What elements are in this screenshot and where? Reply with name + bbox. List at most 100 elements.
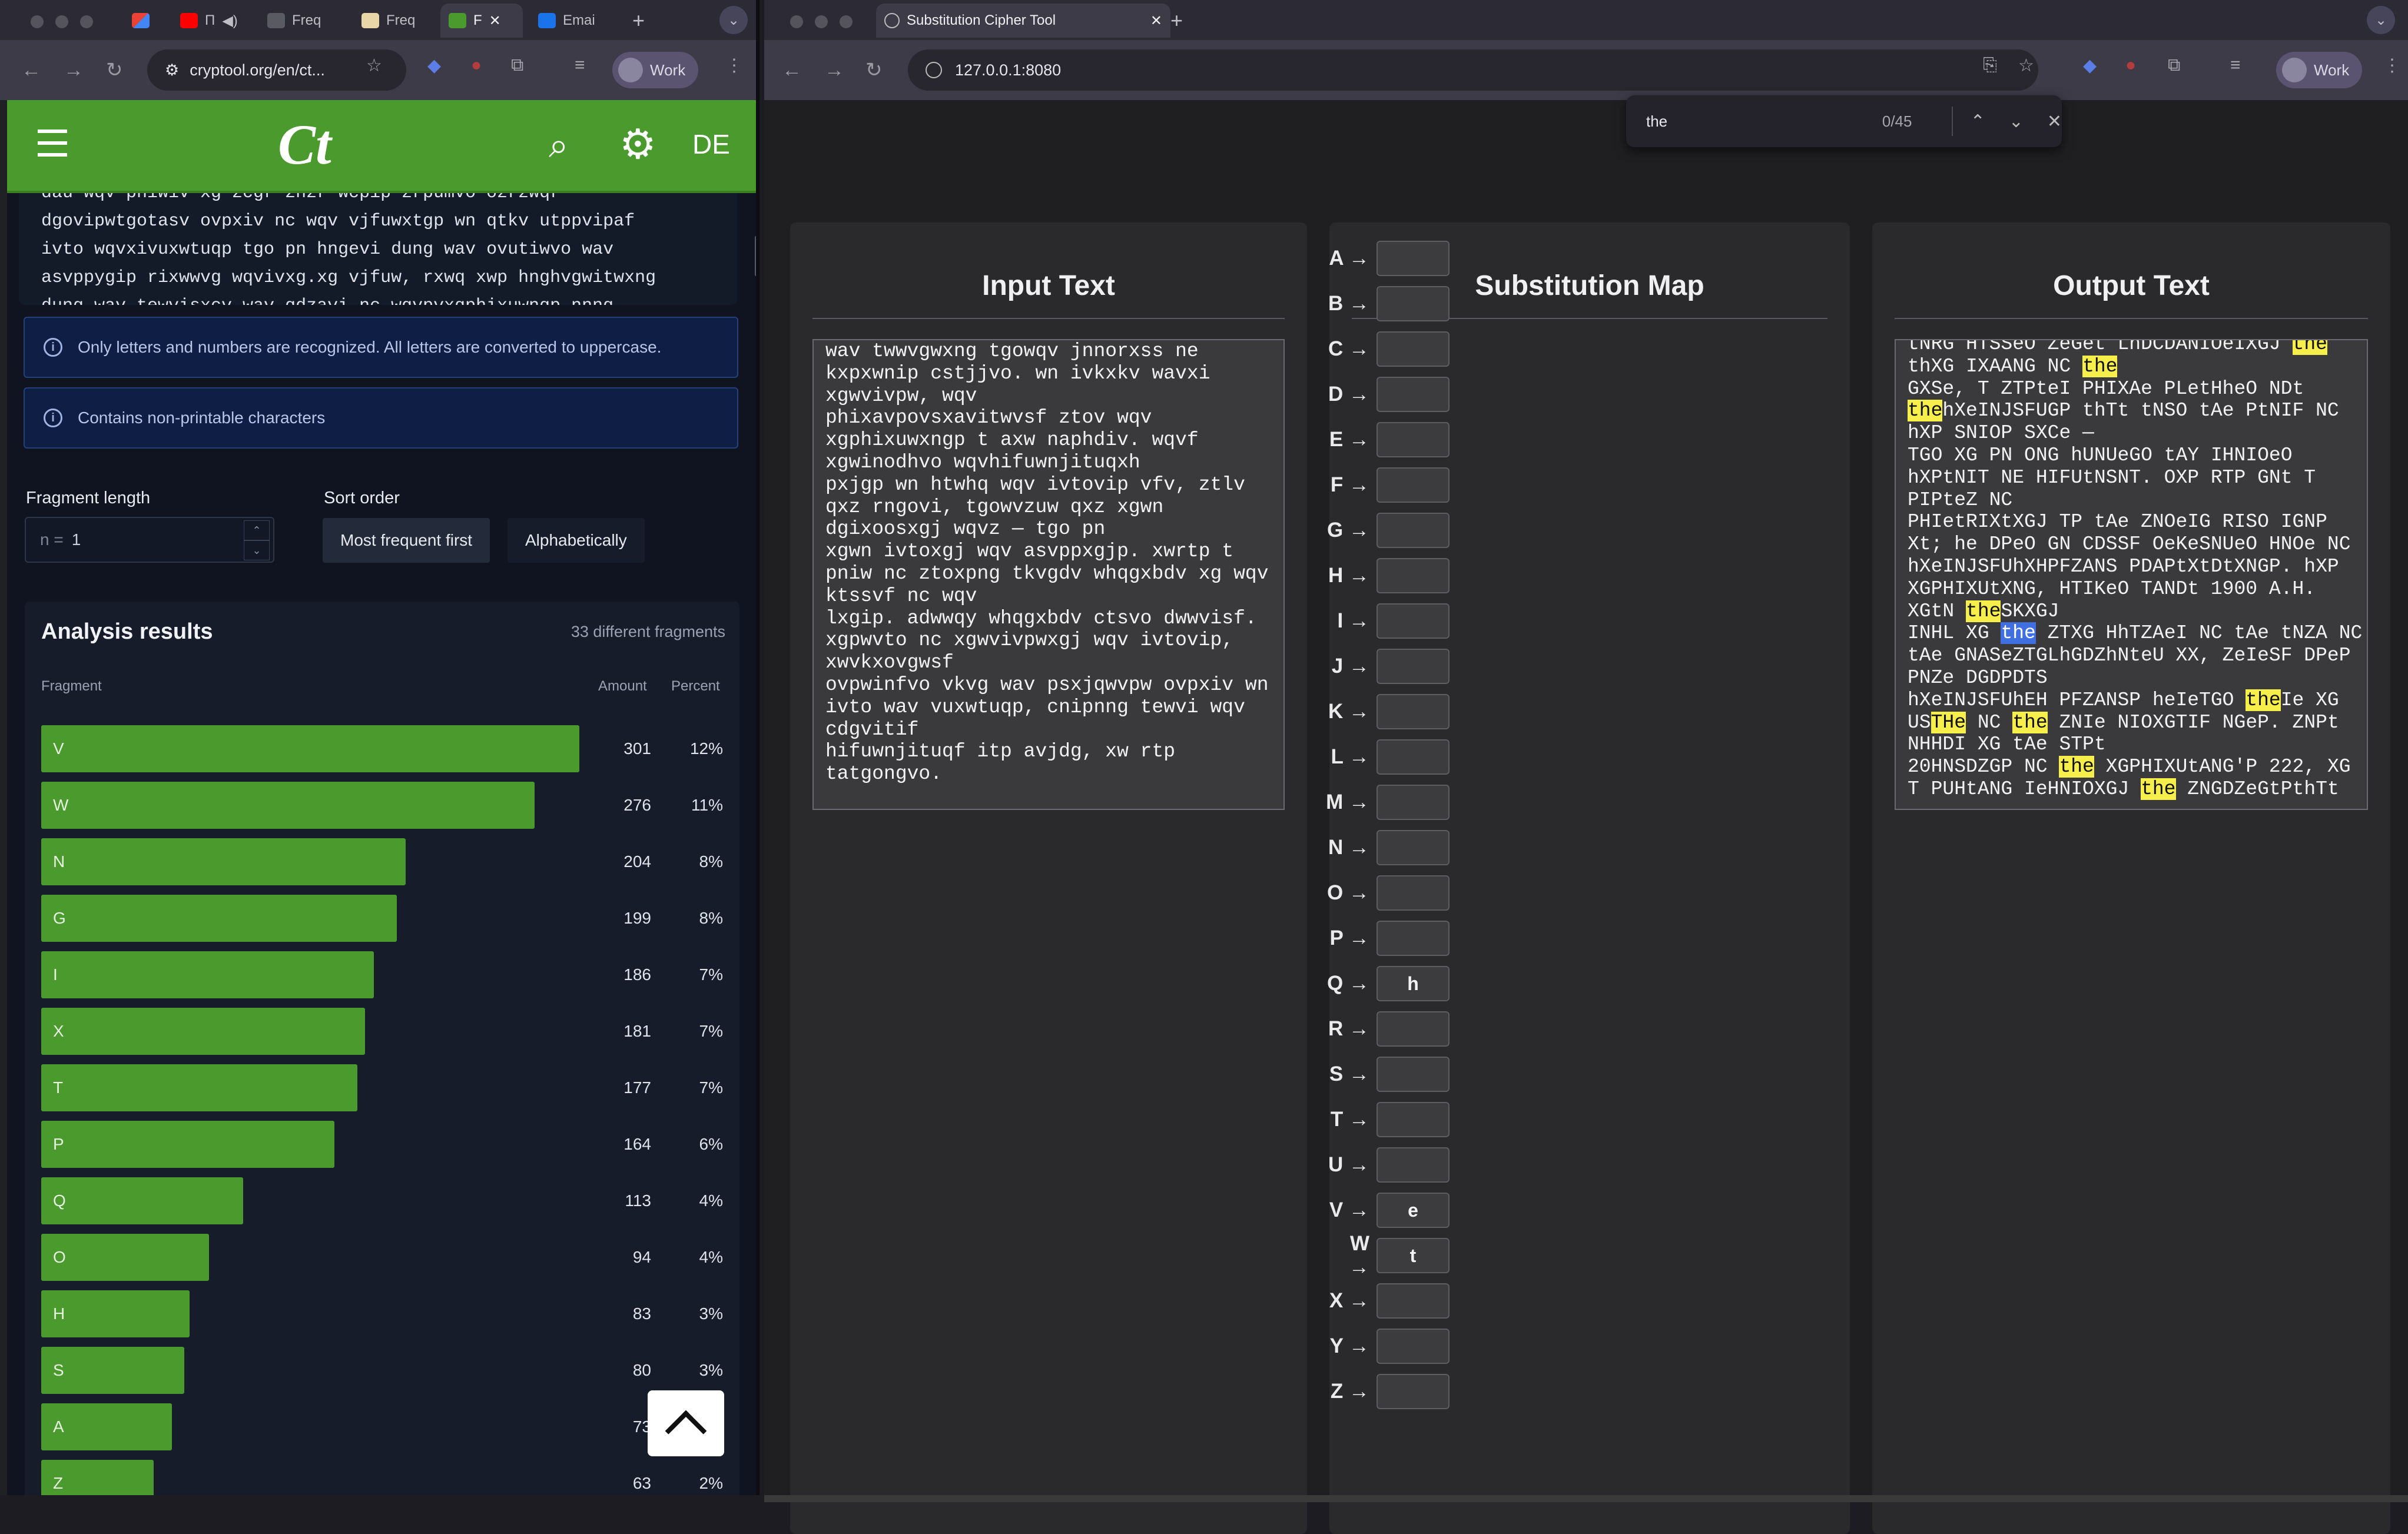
- hamburger-menu-icon[interactable]: [38, 130, 67, 157]
- arrow-right-icon: →: [1343, 927, 1369, 949]
- fragment-length-input[interactable]: n = 1 ⌃ ⌄: [25, 517, 274, 563]
- map-input-r[interactable]: [1377, 1011, 1450, 1047]
- map-input-y[interactable]: [1377, 1329, 1450, 1364]
- input-textarea[interactable]: wav twwvgwxng tgowqv jnnorxss nekxpxwnip…: [812, 339, 1285, 810]
- close-tab-icon[interactable]: ✕: [489, 12, 501, 29]
- extension-icon[interactable]: ◆: [427, 55, 441, 76]
- find-input[interactable]: the: [1646, 112, 1869, 131]
- map-input-v[interactable]: e: [1377, 1193, 1450, 1228]
- extensions-puzzle-icon[interactable]: ⧉: [2168, 55, 2180, 75]
- map-input-f[interactable]: [1377, 467, 1450, 503]
- map-input-e[interactable]: [1377, 422, 1450, 457]
- maximize-window-dot[interactable]: [80, 15, 93, 28]
- gear-icon[interactable]: ⚙: [619, 120, 656, 168]
- tab-freq-1[interactable]: Freq: [259, 4, 347, 38]
- map-input-g[interactable]: [1377, 513, 1450, 548]
- textarea-scrollbar[interactable]: [755, 235, 759, 277]
- map-input-l[interactable]: [1377, 739, 1450, 775]
- bookmark-star-icon[interactable]: ☆: [2018, 55, 2034, 76]
- sort-most-frequent-button[interactable]: Most frequent first: [323, 518, 490, 563]
- map-input-p[interactable]: [1377, 921, 1450, 956]
- map-input-m[interactable]: [1377, 785, 1450, 820]
- forward-icon[interactable]: →: [64, 57, 84, 84]
- reload-icon[interactable]: ↻: [106, 57, 123, 84]
- site-settings-icon[interactable]: ⚙: [165, 61, 179, 79]
- map-row-g: G →: [1326, 512, 1502, 549]
- cryptool-logo[interactable]: Ct: [278, 112, 331, 177]
- maximize-window-dot[interactable]: [840, 15, 853, 28]
- back-icon[interactable]: ←: [21, 57, 41, 84]
- bookmark-star-icon[interactable]: ☆: [366, 55, 382, 76]
- stepper-up-icon[interactable]: ⌃: [244, 520, 270, 540]
- extensions-puzzle-icon[interactable]: ⧉: [511, 55, 523, 75]
- tab-substitution-tool[interactable]: Substitution Cipher Tool✕: [876, 4, 1170, 38]
- fragment-bar: P: [41, 1121, 334, 1168]
- map-input-w[interactable]: t: [1377, 1238, 1450, 1273]
- tab-email[interactable]: Emai: [530, 4, 624, 38]
- minimize-window-dot[interactable]: [55, 15, 68, 28]
- close-window-dot[interactable]: [790, 15, 803, 28]
- map-input-o[interactable]: [1377, 875, 1450, 911]
- map-input-j[interactable]: [1377, 649, 1450, 684]
- info-circle-icon[interactable]: [926, 62, 942, 78]
- output-textarea[interactable]: tNRG HTSSeO ZeGet LhDCDANIOeIXGJ thethXG…: [1895, 339, 2368, 810]
- map-input-n[interactable]: [1377, 830, 1450, 865]
- map-input-i[interactable]: [1377, 603, 1450, 639]
- forward-icon[interactable]: →: [824, 57, 844, 84]
- tab-label: Π: [205, 12, 215, 29]
- reload-icon[interactable]: ↻: [865, 57, 883, 84]
- map-input-h[interactable]: [1377, 558, 1450, 593]
- map-letter: N: [1328, 836, 1343, 859]
- address-bar[interactable]: 127.0.0.1:8080: [908, 49, 2038, 91]
- close-icon[interactable]: ✕: [2047, 111, 2062, 132]
- minimize-window-dot[interactable]: [815, 15, 828, 28]
- tab-search-icon[interactable]: ⌄: [2367, 6, 2395, 34]
- profile-button[interactable]: Work: [2276, 52, 2362, 88]
- extension-icon[interactable]: ●: [471, 55, 482, 75]
- map-input-t[interactable]: [1377, 1102, 1450, 1137]
- tab-search-icon[interactable]: ⌄: [719, 6, 748, 34]
- map-input-s[interactable]: [1377, 1057, 1450, 1092]
- menu-kebab-icon[interactable]: ⋮: [2383, 55, 2401, 76]
- text-line: Xt; he DPeO GN CDSSF OeKeSNUeO HNOe NC: [1908, 533, 2355, 556]
- language-switch[interactable]: DE: [692, 128, 730, 160]
- map-input-b[interactable]: [1377, 286, 1450, 321]
- close-tab-icon[interactable]: ✕: [1150, 12, 1162, 29]
- ciphertext-area[interactable]: dau wqv pniwiv xg zcgr znzr wcpip zrpumv…: [19, 193, 737, 305]
- speaker-icon[interactable]: ◀): [222, 12, 237, 29]
- map-input-c[interactable]: [1377, 331, 1450, 367]
- tab-label: Freq: [386, 12, 415, 29]
- tab-gmail[interactable]: [124, 4, 159, 38]
- tab-freq-2[interactable]: Freq: [353, 4, 442, 38]
- map-input-x[interactable]: [1377, 1283, 1450, 1319]
- chevron-down-icon[interactable]: ⌄: [2009, 111, 2024, 132]
- close-window-dot[interactable]: [31, 15, 44, 28]
- map-input-q[interactable]: h: [1377, 966, 1450, 1001]
- profile-button[interactable]: Work: [612, 52, 698, 88]
- map-input-u[interactable]: [1377, 1147, 1450, 1183]
- extension-icon[interactable]: ◆: [2083, 55, 2097, 76]
- fragment-amount: 73: [589, 1403, 651, 1450]
- map-row-d: D →: [1326, 376, 1502, 413]
- scroll-to-top-button[interactable]: [648, 1390, 724, 1456]
- chevron-up-icon[interactable]: ⌃: [1971, 111, 1985, 132]
- sort-alphabetically-button[interactable]: Alphabetically: [508, 518, 645, 563]
- stepper-down-icon[interactable]: ⌄: [244, 540, 270, 560]
- search-icon[interactable]: ⌕: [549, 125, 569, 166]
- map-input-z[interactable]: [1377, 1374, 1450, 1409]
- input-prefix: n =: [40, 530, 64, 549]
- cryptool-logo-icon: [449, 13, 466, 28]
- map-input-k[interactable]: [1377, 694, 1450, 729]
- back-icon[interactable]: ←: [782, 57, 802, 84]
- reading-list-icon[interactable]: ≡: [575, 55, 585, 75]
- tab-cryptool-active[interactable]: F✕: [440, 4, 523, 38]
- menu-kebab-icon[interactable]: ⋮: [725, 55, 743, 76]
- translate-icon[interactable]: ⎘: [1983, 55, 1997, 75]
- new-tab-icon[interactable]: +: [624, 4, 653, 38]
- new-tab-icon[interactable]: +: [1162, 4, 1191, 38]
- tab-youtube[interactable]: Π ◀): [172, 4, 248, 38]
- extension-icon[interactable]: ●: [2125, 55, 2136, 75]
- map-input-a[interactable]: [1377, 241, 1450, 276]
- map-input-d[interactable]: [1377, 377, 1450, 412]
- reading-list-icon[interactable]: ≡: [2230, 55, 2241, 75]
